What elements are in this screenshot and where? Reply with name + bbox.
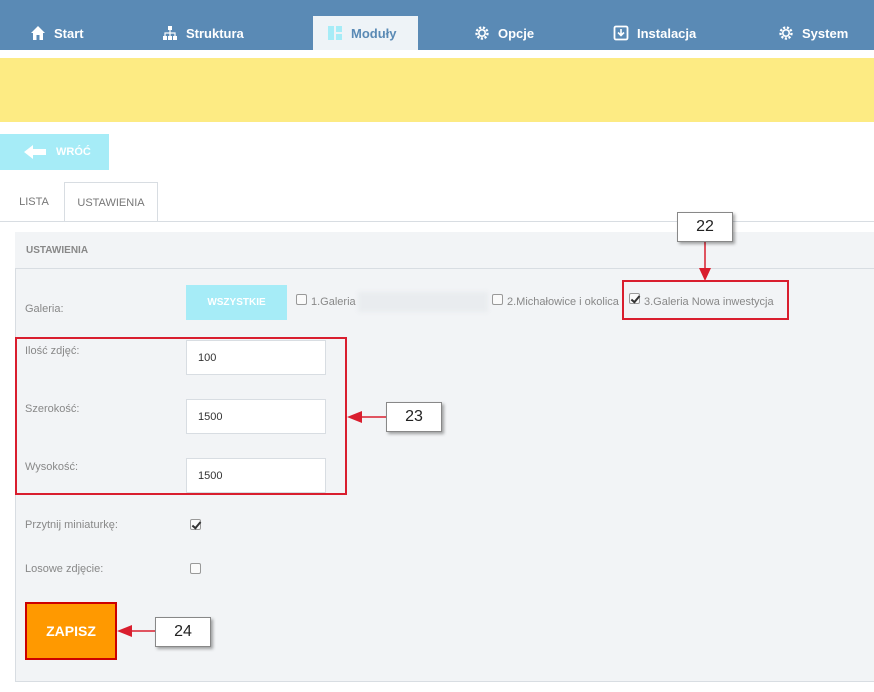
random-photo-label: Losowe zdjęcie: bbox=[25, 563, 104, 575]
nav-item-label: Opcje bbox=[498, 25, 535, 41]
save-button[interactable]: ZAPISZ bbox=[25, 602, 117, 660]
gallery-2-label: 2.Michałowice i okolica bbox=[507, 296, 619, 308]
back-button-label: WRÓĆ bbox=[56, 146, 91, 158]
tab-ustawienia[interactable]: USTAWIENIA bbox=[64, 182, 158, 222]
crop-thumbnail-checkbox[interactable] bbox=[190, 519, 201, 530]
annotation-callout-22: 22 bbox=[677, 212, 733, 242]
gallery-1-checkbox[interactable] bbox=[296, 294, 307, 305]
sitemap-icon bbox=[163, 26, 177, 40]
nav-item-instalacja[interactable]: Instalacja bbox=[599, 16, 710, 50]
home-icon bbox=[31, 26, 45, 40]
nav-item-start[interactable]: Start bbox=[16, 16, 98, 50]
nav-item-label: Instalacja bbox=[637, 25, 697, 41]
select-all-button[interactable]: WSZYSTKIE bbox=[186, 285, 287, 320]
nav-item-label: System bbox=[802, 25, 849, 41]
nav-item-opcje[interactable]: Opcje bbox=[460, 16, 548, 50]
gear-icon bbox=[475, 26, 489, 40]
notice-bar bbox=[0, 58, 874, 122]
annotation-box-gallery bbox=[622, 280, 789, 320]
gallery-label: Galeria: bbox=[25, 303, 64, 315]
arrow-left-icon bbox=[24, 145, 46, 159]
gallery-1-label: 1.Galeria bbox=[311, 296, 356, 308]
settings-title: USTAWIENIA bbox=[15, 232, 874, 269]
nav-bottom-strip bbox=[0, 50, 874, 58]
gear-icon bbox=[779, 26, 793, 40]
nav-item-struktura[interactable]: Struktura bbox=[148, 16, 258, 50]
gallery-2-checkbox[interactable] bbox=[492, 294, 503, 305]
nav-item-label: Struktura bbox=[186, 25, 244, 41]
tab-bar: LISTA USTAWIENIA bbox=[0, 182, 874, 222]
random-photo-checkbox[interactable] bbox=[190, 563, 201, 574]
nav-item-label: Start bbox=[54, 25, 84, 41]
blurred-gallery-name bbox=[358, 292, 488, 312]
nav-item-system[interactable]: System bbox=[764, 16, 862, 50]
back-button[interactable]: WRÓĆ bbox=[0, 134, 109, 170]
annotation-callout-24: 24 bbox=[155, 617, 211, 647]
install-icon bbox=[613, 25, 629, 41]
nav-item-label: Moduły bbox=[351, 25, 397, 41]
modules-icon bbox=[328, 26, 342, 40]
annotation-box-dimensions bbox=[15, 337, 347, 495]
annotation-callout-23: 23 bbox=[386, 402, 442, 432]
top-navigation: Start Struktura Moduły Opcje Instalacja … bbox=[0, 0, 874, 58]
crop-thumbnail-label: Przytnij miniaturkę: bbox=[25, 519, 118, 531]
tab-lista[interactable]: LISTA bbox=[6, 182, 62, 222]
nav-item-moduly[interactable]: Moduły bbox=[313, 16, 418, 50]
